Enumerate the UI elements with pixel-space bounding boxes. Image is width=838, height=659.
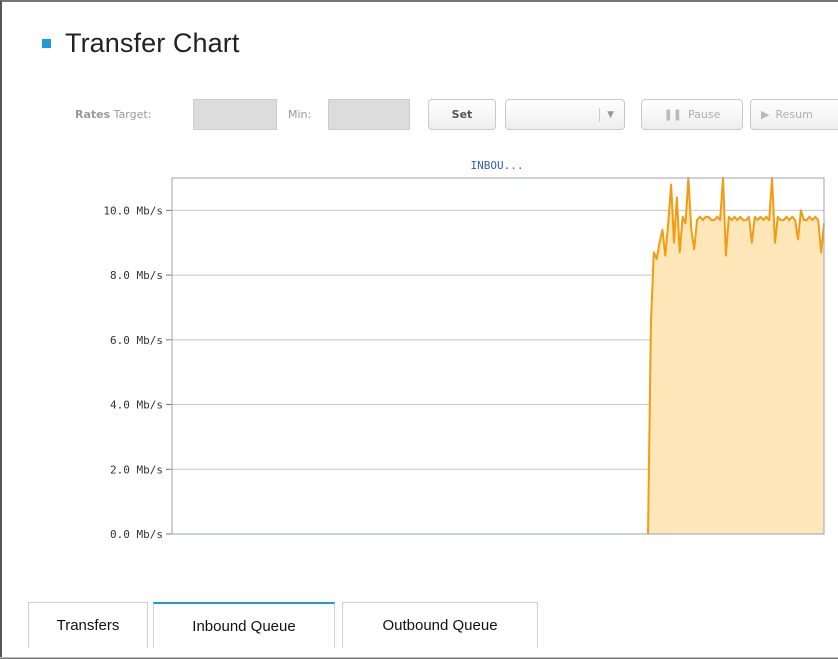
tab-transfers[interactable]: Transfers bbox=[28, 602, 148, 648]
target-rate-input[interactable] bbox=[193, 99, 277, 130]
min-rate-input[interactable] bbox=[328, 99, 410, 130]
y-tick-label: 0.0 Mb/s bbox=[110, 528, 163, 541]
y-tick-label: 6.0 Mb/s bbox=[110, 334, 163, 347]
y-tick-label: 8.0 Mb/s bbox=[110, 269, 163, 282]
transfer-chart-svg: INBOU... 0.0 Mb/s 2.0 Mb/s 4.0 Mb/s 6.0 Mb/… bbox=[103, 159, 825, 541]
page-title: Transfer Chart bbox=[65, 27, 240, 58]
rates-toolbar: Rates Target: Min: Set ▼ ❚❚ Pause ▶ Resu… bbox=[0, 98, 838, 132]
rates-target-label: Rates Target: bbox=[75, 108, 151, 121]
square-bullet-icon bbox=[42, 38, 51, 48]
chevron-down-icon: ▼ bbox=[607, 109, 614, 120]
transfer-chart: INBOU... 0.0 Mb/s 2.0 Mb/s 4.0 Mb/s 6.0 Mb/… bbox=[0, 150, 838, 550]
resume-label: Resum bbox=[775, 108, 813, 121]
resume-button[interactable]: ▶ Resum bbox=[750, 99, 838, 130]
pause-label: Pause bbox=[688, 108, 721, 121]
header: Transfer Chart bbox=[42, 26, 239, 60]
pause-icon: ❚❚ bbox=[663, 108, 683, 121]
select-separator bbox=[599, 107, 601, 122]
tab-inbound-queue[interactable]: Inbound Queue bbox=[153, 602, 335, 648]
set-button[interactable]: Set bbox=[428, 99, 496, 130]
tab-outbound-queue[interactable]: Outbound Queue bbox=[342, 602, 538, 648]
y-tick-label: 4.0 Mb/s bbox=[110, 399, 163, 412]
target-label: Target: bbox=[113, 108, 152, 121]
y-tick-label: 2.0 Mb/s bbox=[110, 463, 163, 476]
play-icon: ▶ bbox=[761, 108, 770, 121]
y-tick-label: 10.0 Mb/s bbox=[103, 204, 163, 217]
rates-label: Rates bbox=[75, 108, 111, 121]
min-label: Min: bbox=[288, 108, 312, 121]
bottom-tab-bar: Transfers Inbound Queue Outbound Queue bbox=[0, 602, 838, 658]
series-label: INBOU... bbox=[471, 159, 524, 172]
rate-policy-select[interactable]: ▼ bbox=[505, 99, 625, 130]
pause-button[interactable]: ❚❚ Pause bbox=[641, 99, 743, 130]
